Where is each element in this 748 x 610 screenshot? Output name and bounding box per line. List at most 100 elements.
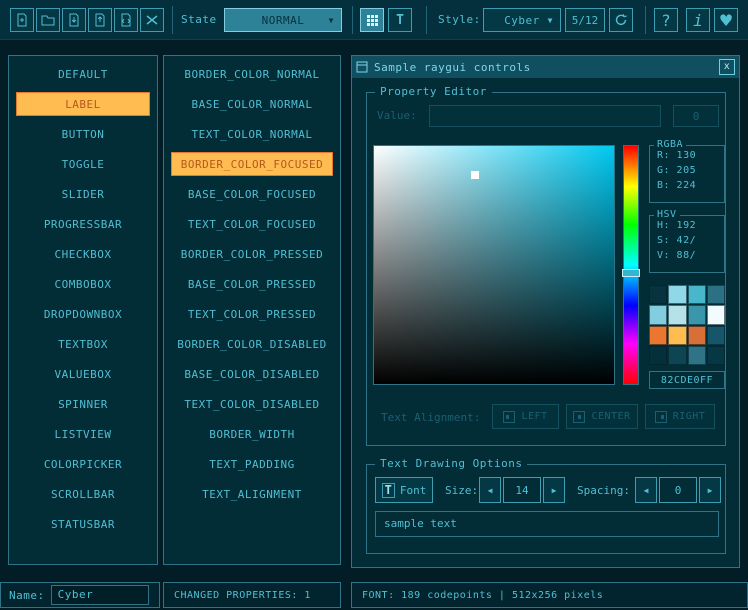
palette-swatch[interactable] — [649, 326, 667, 345]
text-alignment-label: Text Alignment: — [381, 411, 480, 424]
palette-swatch[interactable] — [688, 285, 706, 304]
file-export-button[interactable] — [88, 8, 112, 32]
help-button[interactable]: ? — [654, 8, 678, 32]
shuffle-icon — [145, 13, 159, 27]
palette-swatch[interactable] — [707, 305, 725, 324]
value-input[interactable] — [429, 105, 661, 127]
palette-swatch[interactable] — [688, 326, 706, 345]
controls-list-item[interactable]: STATUSBAR — [16, 512, 150, 536]
palette-swatch[interactable] — [688, 346, 706, 365]
palette-swatch[interactable] — [649, 285, 667, 304]
properties-list-item[interactable]: TEXT_COLOR_FOCUSED — [171, 212, 333, 236]
value-label: Value: — [377, 109, 417, 122]
controls-list-item[interactable]: TEXTBOX — [16, 332, 150, 356]
style-palette — [649, 285, 725, 365]
palette-swatch[interactable] — [649, 305, 667, 324]
palette-swatch[interactable] — [668, 285, 686, 304]
controls-list-item[interactable]: DEFAULT — [16, 62, 150, 86]
style-name-input[interactable]: Cyber — [51, 585, 149, 605]
properties-list-item[interactable]: BORDER_COLOR_PRESSED — [171, 242, 333, 266]
file-new-button[interactable] — [10, 8, 34, 32]
controls-list-item[interactable]: LABEL — [16, 92, 150, 116]
rgba-label: RGBA — [654, 139, 686, 150]
hue-slider-handle[interactable] — [622, 269, 640, 277]
controls-list-item[interactable]: PROGRESSBAR — [16, 212, 150, 236]
controls-list-item[interactable]: BUTTON — [16, 122, 150, 146]
controls-list-item[interactable]: SCROLLBAR — [16, 482, 150, 506]
properties-list-item[interactable]: TEXT_COLOR_DISABLED — [171, 392, 333, 416]
name-label: Name: — [9, 589, 45, 602]
controls-list-item[interactable]: VALUEBOX — [16, 362, 150, 386]
hue-slider[interactable] — [623, 145, 639, 385]
font-button[interactable]: T Font — [375, 477, 433, 503]
properties-list-item[interactable]: BORDER_COLOR_FOCUSED — [171, 152, 333, 176]
about-button[interactable]: i — [686, 8, 710, 32]
palette-swatch[interactable] — [668, 346, 686, 365]
palette-swatch[interactable] — [668, 305, 686, 324]
palette-swatch[interactable] — [688, 305, 706, 324]
controls-list: DEFAULT LABEL BUTTON TOGGLE SLIDER PROGRESSBA… — [8, 55, 158, 565]
palette-swatch[interactable] — [649, 346, 667, 365]
properties-list-item[interactable]: TEXT_ALIGNMENT — [171, 482, 333, 506]
palette-swatch[interactable] — [668, 326, 686, 345]
properties-list-item[interactable]: TEXT_COLOR_NORMAL — [171, 122, 333, 146]
style-table-button[interactable] — [360, 8, 384, 32]
align-center-button[interactable]: CENTER — [566, 404, 638, 429]
properties-list-item[interactable]: BASE_COLOR_DISABLED — [171, 362, 333, 386]
random-style-button[interactable] — [140, 8, 164, 32]
properties-list-item[interactable]: TEXT_COLOR_PRESSED — [171, 302, 333, 326]
value-count-button[interactable]: 0 — [673, 105, 719, 127]
export-code-button[interactable] — [114, 8, 138, 32]
controls-list-item[interactable]: SPINNER — [16, 392, 150, 416]
help-icon: ? — [661, 11, 671, 30]
size-value[interactable]: 14 — [503, 477, 541, 503]
align-left-icon — [503, 411, 515, 423]
file-new-icon — [15, 13, 29, 27]
spacing-value[interactable]: 0 — [659, 477, 697, 503]
file-open-button[interactable] — [36, 8, 60, 32]
controls-list-item[interactable]: DROPDOWNBOX — [16, 302, 150, 326]
properties-list-item[interactable]: BASE_COLOR_NORMAL — [171, 92, 333, 116]
palette-swatch[interactable] — [707, 346, 725, 365]
hex-value-input[interactable]: 82CDE0FF — [649, 371, 725, 389]
properties-list-item[interactable]: BASE_COLOR_PRESSED — [171, 272, 333, 296]
properties-list-item[interactable]: BORDER_COLOR_NORMAL — [171, 62, 333, 86]
font-editor-button[interactable]: T — [388, 8, 412, 32]
controls-list-item[interactable]: CHECKBOX — [16, 242, 150, 266]
size-increase-button[interactable]: ▶ — [543, 477, 565, 503]
align-right-button[interactable]: RIGHT — [645, 404, 715, 429]
window-titlebar[interactable]: Sample raygui controls x — [352, 56, 739, 78]
controls-list-item[interactable]: SLIDER — [16, 182, 150, 206]
controls-list-item[interactable]: COLORPICKER — [16, 452, 150, 476]
controls-list-item[interactable]: TOGGLE — [16, 152, 150, 176]
file-save-button[interactable] — [62, 8, 86, 32]
sample-text-input[interactable]: sample text — [375, 511, 719, 537]
toolbar: State NORMAL ▼ T Style: Cyber ▼ 5/12 ? i… — [0, 0, 748, 40]
size-decrease-button[interactable]: ◀ — [479, 477, 501, 503]
properties-list-item[interactable]: TEXT_PADDING — [171, 452, 333, 476]
properties-list-item[interactable]: BORDER_WIDTH — [171, 422, 333, 446]
properties-list-item[interactable]: BASE_COLOR_FOCUSED — [171, 182, 333, 206]
controls-list-item[interactable]: COMBOBOX — [16, 272, 150, 296]
align-right-label: RIGHT — [673, 411, 706, 422]
color-saturation-value-panel[interactable] — [373, 145, 615, 385]
file-open-icon — [41, 13, 55, 27]
color-cursor[interactable] — [471, 171, 479, 179]
palette-swatch[interactable] — [707, 285, 725, 304]
close-button[interactable]: x — [719, 59, 735, 75]
controls-list-item[interactable]: LISTVIEW — [16, 422, 150, 446]
palette-swatch[interactable] — [707, 326, 725, 345]
align-left-button[interactable]: LEFT — [492, 404, 559, 429]
spinner-right-icon: ▶ — [708, 486, 713, 495]
properties-list-item[interactable]: BORDER_COLOR_DISABLED — [171, 332, 333, 356]
spacing-decrease-button[interactable]: ◀ — [635, 477, 657, 503]
state-dropdown[interactable]: NORMAL ▼ — [224, 8, 342, 32]
hsv-group: HSV H: 192 S: 42/ V: 88/ — [649, 215, 725, 273]
changed-properties-text: CHANGED PROPERTIES: 1 — [174, 590, 311, 601]
hue-value: H: 192 — [657, 220, 724, 231]
style-reload-button[interactable] — [609, 8, 633, 32]
sponsor-button[interactable]: ♥ — [714, 8, 738, 32]
toolbar-separator — [426, 6, 427, 34]
style-dropdown[interactable]: Cyber ▼ — [483, 8, 561, 32]
spacing-increase-button[interactable]: ▶ — [699, 477, 721, 503]
